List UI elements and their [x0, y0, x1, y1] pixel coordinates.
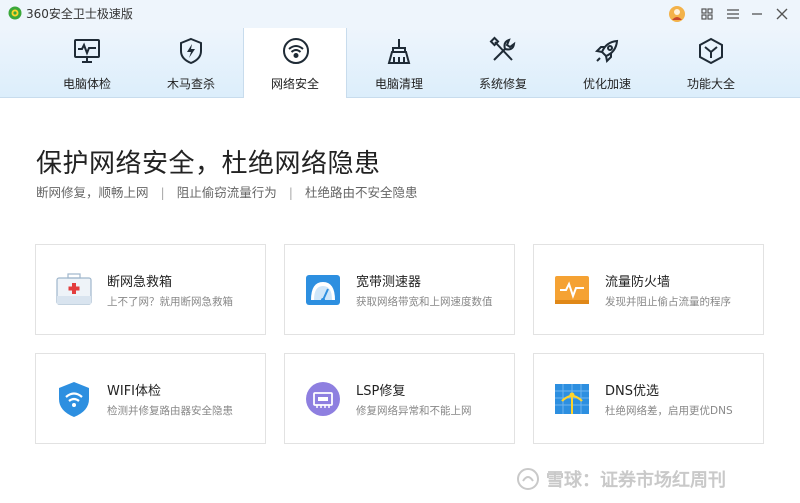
- tab-label: 电脑清理: [374, 77, 423, 91]
- card-description: 发现并阻止偷占流量的程序: [605, 296, 731, 308]
- page-title: 保护网络安全，杜绝网络隐患: [36, 149, 381, 179]
- card-wifi-checkup[interactable]: WIFI体检 检测并修复路由器安全隐患: [35, 353, 266, 444]
- tab-optimize-speed[interactable]: 优化加速: [555, 28, 659, 97]
- watermark: 雪球：证券市场红周刊: [516, 464, 726, 494]
- tab-label: 系统修复: [478, 77, 527, 91]
- card-description: 检测并修复路由器安全隐患: [107, 405, 233, 417]
- card-title: WIFI体检: [107, 384, 161, 399]
- menu-icon[interactable]: [723, 4, 743, 24]
- globe-antenna-icon: [555, 384, 589, 414]
- grid-icon[interactable]: [697, 4, 717, 24]
- card-lsp-repair[interactable]: LSP修复 修复网络异常和不能上网: [284, 353, 515, 444]
- subtitle-item: 断网修复，顺畅上网: [36, 185, 149, 200]
- tab-trojan-scan[interactable]: 木马查杀: [139, 28, 243, 97]
- broom-icon: [387, 39, 411, 64]
- page-subtitle: 断网修复，顺畅上网 | 阻止偷窃流量行为 | 杜绝路由不安全隐患: [36, 182, 417, 201]
- subtitle-item: 阻止偷窃流量行为: [176, 185, 277, 200]
- subtitle-separator: |: [288, 185, 293, 200]
- title-bar: 360安全卫士极速版: [0, 0, 800, 28]
- card-title: LSP修复: [356, 384, 406, 399]
- tab-all-features[interactable]: 功能大全: [659, 28, 763, 97]
- tab-network-security[interactable]: 网络安全: [243, 28, 347, 98]
- card-description: 修复网络异常和不能上网: [356, 405, 472, 417]
- shield-bolt-icon: [180, 37, 202, 65]
- rocket-icon: [594, 39, 619, 64]
- wifi-circle-icon: [283, 38, 309, 64]
- tab-pc-checkup[interactable]: 电脑体检: [35, 28, 139, 97]
- firewall-icon: [555, 276, 589, 304]
- hexagon-check-icon: [699, 37, 723, 65]
- tab-label: 功能大全: [686, 77, 735, 91]
- card-title: DNS优选: [605, 384, 659, 399]
- card-network-first-aid[interactable]: 断网急救箱 上不了网？就用断网急救箱: [35, 244, 266, 335]
- tab-label: 木马查杀: [166, 77, 215, 91]
- avatar-icon[interactable]: [667, 4, 687, 24]
- tab-label: 电脑体检: [62, 77, 111, 91]
- tools-icon: [489, 36, 516, 61]
- monitor-pulse-icon: [74, 39, 100, 63]
- card-traffic-firewall[interactable]: 流量防火墙 发现并阻止偷占流量的程序: [533, 244, 764, 335]
- card-broadband-speed-test[interactable]: 宽带测速器 获取网络带宽和上网速度数值: [284, 244, 515, 335]
- card-description: 获取网络带宽和上网速度数值: [356, 296, 493, 308]
- subtitle-item: 杜绝路由不安全隐患: [304, 185, 418, 200]
- main-toolbar: 电脑体检 木马查杀 网络安全 电脑清理 系统修复 优化加速 功能大全: [0, 28, 800, 98]
- wifi-shield-icon: [59, 382, 89, 417]
- snowball-logo-icon: [517, 468, 539, 490]
- card-description: 杜绝网络差，启用更优DNS: [605, 405, 733, 417]
- speedometer-icon: [306, 275, 340, 305]
- close-icon[interactable]: [772, 4, 792, 24]
- tab-label: 网络安全: [270, 77, 319, 91]
- tab-system-repair[interactable]: 系统修复: [451, 28, 555, 97]
- network-card-icon: [306, 382, 340, 416]
- app-logo-icon: [8, 6, 22, 20]
- window-title: 360安全卫士极速版: [26, 7, 133, 21]
- first-aid-kit-icon: [56, 273, 92, 305]
- card-title: 宽带测速器: [356, 275, 422, 290]
- watermark-text: 雪球：证券市场红周刊: [546, 470, 726, 491]
- card-title: 流量防火墙: [605, 275, 671, 290]
- card-description: 上不了网？就用断网急救箱: [107, 296, 233, 308]
- minimize-icon[interactable]: [747, 4, 767, 24]
- subtitle-separator: |: [160, 185, 165, 200]
- tab-pc-cleanup[interactable]: 电脑清理: [347, 28, 451, 97]
- card-dns-optimize[interactable]: DNS优选 杜绝网络差，启用更优DNS: [533, 353, 764, 444]
- tab-label: 优化加速: [582, 77, 631, 91]
- card-title: 断网急救箱: [107, 275, 173, 290]
